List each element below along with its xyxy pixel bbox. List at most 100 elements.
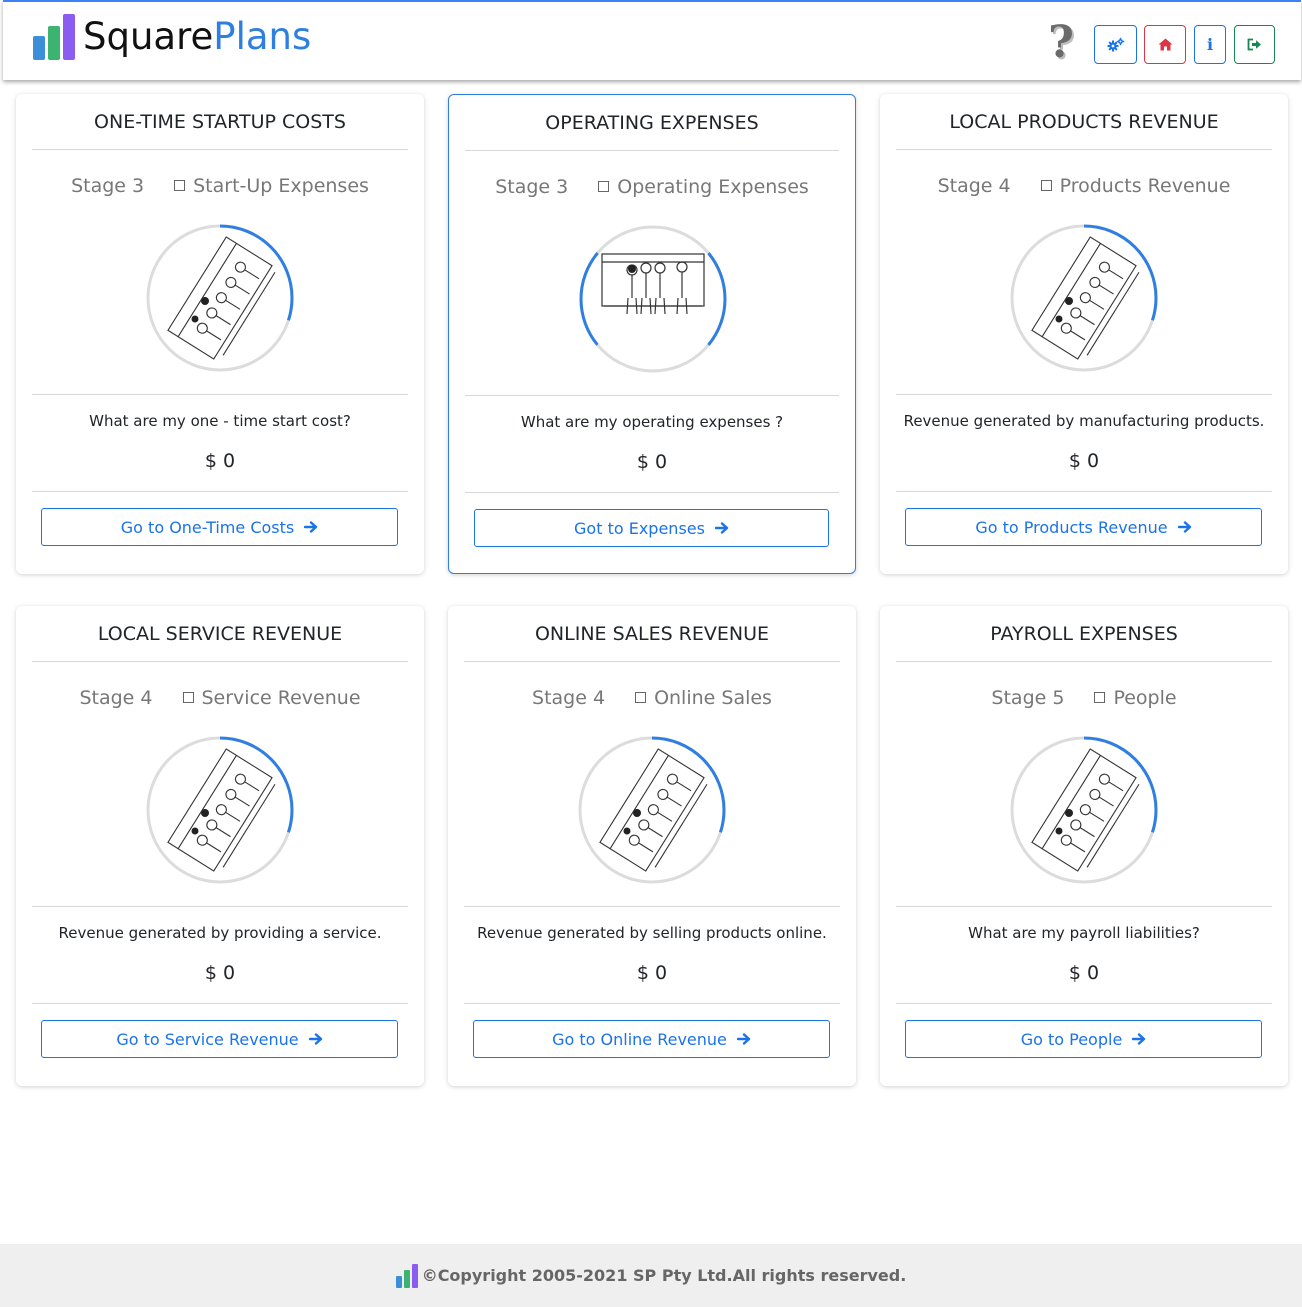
progress-ring <box>575 733 729 887</box>
arrow-right-icon <box>1132 1030 1146 1049</box>
divider <box>464 906 840 907</box>
footer: ©Copyright 2005-2021 SP Pty Ltd.All righ… <box>0 1244 1302 1307</box>
card-description: Revenue generated by providing a service… <box>58 924 382 942</box>
divider <box>896 491 1272 492</box>
category-label: Operating Expenses <box>617 176 809 198</box>
gears-icon <box>1107 37 1124 51</box>
card-description: Revenue generated by manufacturing produ… <box>903 412 1265 430</box>
stage-label: Stage 4 <box>532 687 606 709</box>
stage-label: Stage 3 <box>71 175 145 197</box>
dashboard-card: ONLINE SALES REVENUE Stage 4 Online Sale… <box>448 606 856 1086</box>
card-description: What are my one - time start cost? <box>89 412 351 430</box>
divider <box>896 906 1272 907</box>
copyright-text: ©Copyright 2005-2021 SP Pty Ltd.All righ… <box>421 1266 907 1285</box>
category-label: Service Revenue <box>201 687 361 709</box>
divider <box>32 906 408 907</box>
divider <box>465 395 839 396</box>
card-amount: $ 0 <box>636 962 668 984</box>
card-amount: $ 0 <box>204 962 236 984</box>
checkbox-icon[interactable] <box>182 691 194 703</box>
arrow-right-icon <box>1177 518 1192 537</box>
category-label: Start-Up Expenses <box>193 175 369 197</box>
card-title: ONLINE SALES REVENUE <box>464 620 840 662</box>
help-question-icon[interactable]: ? <box>1039 20 1083 66</box>
card-amount: $ 0 <box>636 451 668 473</box>
card-description: What are my payroll liabilities? <box>968 924 1200 942</box>
card-go-button-label: Go to Online Revenue <box>552 1029 727 1049</box>
card-title: ONE-TIME STARTUP COSTS <box>32 108 408 150</box>
divider <box>465 492 839 493</box>
checkbox-icon[interactable] <box>1040 179 1052 191</box>
divider <box>32 394 408 395</box>
card-go-button[interactable]: Got to Expenses <box>474 509 829 547</box>
dashboard-card: ONE-TIME STARTUP COSTS Stage 3 Start-Up … <box>16 94 424 574</box>
stage-row: Stage 4 Service Revenue <box>16 684 424 712</box>
stage-row: Stage 3 Operating Expenses <box>449 173 855 201</box>
brand-logo-link[interactable]: SquarePlans <box>33 14 311 60</box>
logout-button[interactable] <box>1234 25 1275 64</box>
category-label: Products Revenue <box>1059 175 1231 197</box>
progress-ring <box>143 733 297 887</box>
divider <box>32 1003 408 1004</box>
card-go-button-label: Go to One-Time Costs <box>120 517 295 537</box>
checkbox-icon[interactable] <box>174 179 186 191</box>
progress-ring <box>143 221 297 375</box>
stage-label: Stage 3 <box>495 176 569 198</box>
dashboard-card: LOCAL PRODUCTS REVENUE Stage 4 Products … <box>880 94 1288 574</box>
home-icon <box>1158 38 1172 51</box>
card-go-button-label: Go to Service Revenue <box>116 1029 299 1049</box>
stage-row: Stage 5 People <box>880 684 1288 712</box>
card-title: PAYROLL EXPENSES <box>896 620 1272 662</box>
arrow-right-icon <box>308 1030 323 1049</box>
card-description: What are my operating expenses ? <box>520 413 784 431</box>
home-button[interactable] <box>1144 25 1186 64</box>
card-go-button-label: Go to Products Revenue <box>975 517 1168 537</box>
card-description: Revenue generated by selling products on… <box>477 924 827 942</box>
card-go-button[interactable]: Go to One-Time Costs <box>41 508 398 546</box>
card-amount: $ 0 <box>1068 962 1100 984</box>
brand-name: SquarePlans <box>83 15 312 58</box>
card-go-button-label: Go to People <box>1020 1029 1123 1049</box>
progress-ring <box>1007 733 1161 887</box>
card-go-button-label: Got to Expenses <box>574 518 705 538</box>
progress-ring <box>1007 221 1161 375</box>
dashboard-card: OPERATING EXPENSES Stage 3 Operating Exp… <box>448 94 856 574</box>
stage-label: Stage 4 <box>937 175 1011 197</box>
arrow-right-icon <box>736 1030 751 1049</box>
progress-ring <box>576 222 730 376</box>
card-title: LOCAL SERVICE REVENUE <box>32 620 408 662</box>
divider <box>896 394 1272 395</box>
divider <box>32 491 408 492</box>
checkbox-icon[interactable] <box>598 180 610 192</box>
settings-button[interactable] <box>1094 25 1137 64</box>
divider <box>896 1003 1272 1004</box>
card-go-button[interactable]: Go to Online Revenue <box>473 1020 830 1058</box>
sign-out-icon <box>1247 38 1261 51</box>
arrow-right-icon <box>304 518 318 537</box>
stage-label: Stage 4 <box>79 687 153 709</box>
bar-chart-logo-icon <box>33 14 75 60</box>
bar-chart-logo-icon <box>395 1263 418 1288</box>
card-go-button[interactable]: Go to Products Revenue <box>905 508 1262 546</box>
top-navbar: SquarePlans ? i <box>3 0 1301 80</box>
info-button[interactable]: i <box>1194 25 1226 64</box>
category-label: Online Sales <box>654 687 772 709</box>
checkbox-icon[interactable] <box>635 691 647 703</box>
stage-row: Stage 3 Start-Up Expenses <box>16 172 424 200</box>
category-label: People <box>1113 687 1177 709</box>
stage-row: Stage 4 Online Sales <box>448 684 856 712</box>
stage-row: Stage 4 Products Revenue <box>880 172 1288 200</box>
dashboard-card: PAYROLL EXPENSES Stage 5 People What are… <box>880 606 1288 1086</box>
stage-label: Stage 5 <box>991 687 1065 709</box>
info-icon: i <box>1206 35 1214 54</box>
divider <box>464 1003 840 1004</box>
card-go-button[interactable]: Go to People <box>905 1020 1262 1058</box>
arrow-right-icon <box>714 519 729 538</box>
card-amount: $ 0 <box>204 450 236 472</box>
dashboard-card: LOCAL SERVICE REVENUE Stage 4 Service Re… <box>16 606 424 1086</box>
card-amount: $ 0 <box>1068 450 1100 472</box>
card-go-button[interactable]: Go to Service Revenue <box>41 1020 398 1058</box>
checkbox-icon[interactable] <box>1094 691 1106 703</box>
card-title: OPERATING EXPENSES <box>465 109 839 151</box>
card-title: LOCAL PRODUCTS REVENUE <box>896 108 1272 150</box>
